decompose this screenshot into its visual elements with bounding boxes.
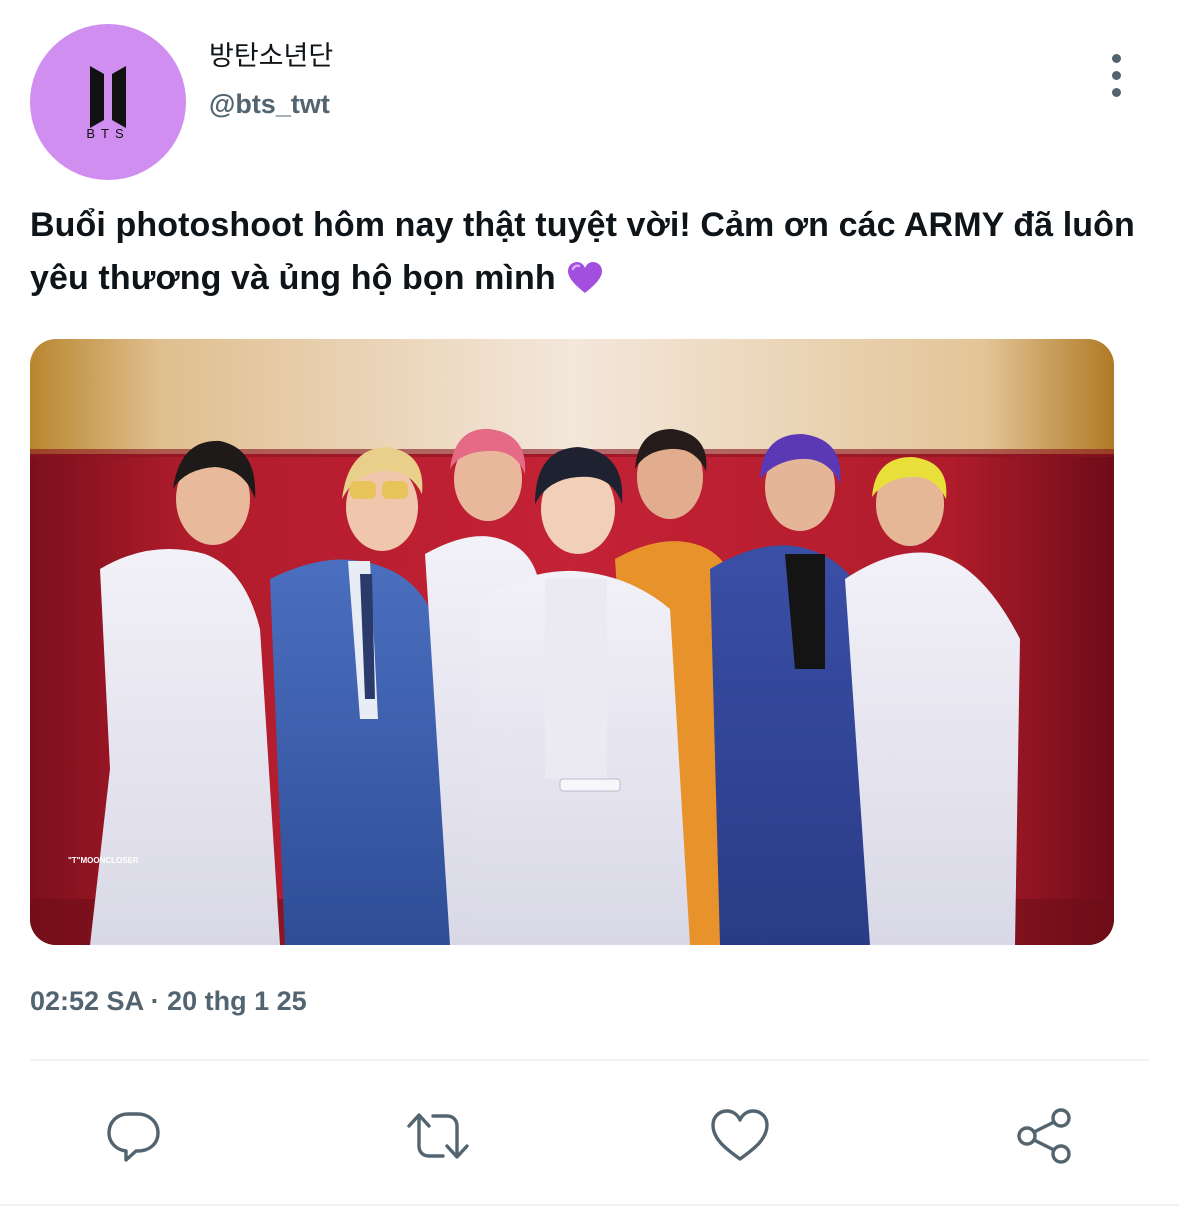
more-dot-icon [1111,53,1121,63]
avatar-logo-text: BTS [86,126,129,141]
more-dot-icon [1111,70,1121,80]
group-photo-image: "T"MOONCLOSER [30,339,1114,945]
more-options-button[interactable] [1096,50,1136,100]
reply-icon [107,1112,160,1162]
tweet-text: Buổi photoshoot hôm nay thật tuyệt vời! … [30,199,1150,311]
retweet-icon [407,1113,469,1159]
reply-button[interactable] [98,1100,170,1172]
bottom-divider [0,1204,1179,1206]
share-icon [1017,1108,1071,1164]
retweet-button[interactable] [402,1100,474,1172]
avatar[interactable]: BTS [30,24,186,180]
heart-icon [711,1109,769,1161]
divider [30,1059,1149,1061]
share-button[interactable] [1008,1100,1080,1172]
like-button[interactable] [704,1100,776,1172]
user-handle[interactable]: @bts_twt [209,89,330,120]
tweet-timestamp[interactable]: 02:52 SA · 20 thg 1 25 [30,986,307,1017]
action-bar [0,1090,1179,1180]
purple-heart-icon [567,258,603,311]
more-dot-icon [1111,87,1121,97]
image-caption: "T"MOONCLOSER [68,856,139,865]
tweet-image[interactable]: "T"MOONCLOSER [30,339,1114,945]
bts-logo-icon: BTS [86,66,129,141]
display-name[interactable]: 방탄소년단 [209,34,333,73]
